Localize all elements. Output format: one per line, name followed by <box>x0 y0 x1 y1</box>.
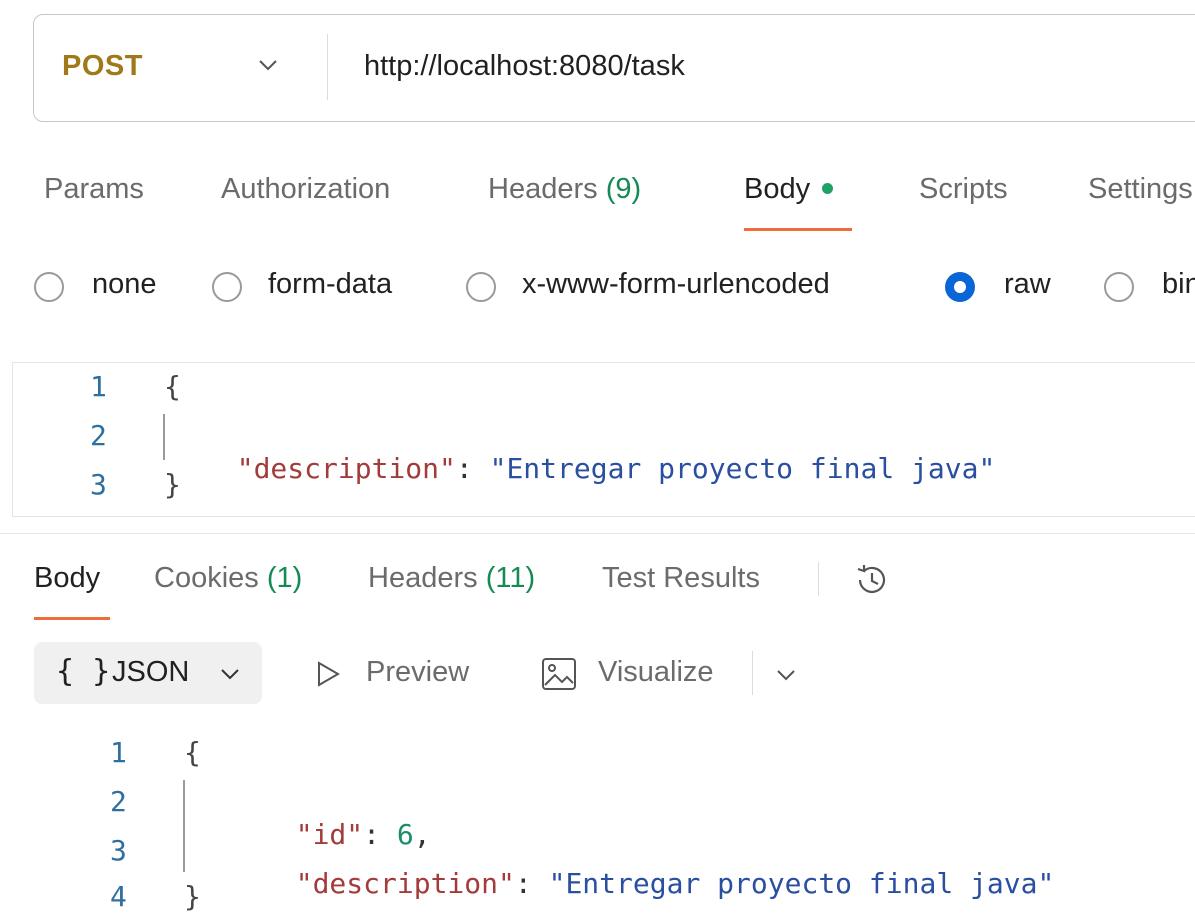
line-number: 2 <box>110 785 127 818</box>
section-divider <box>0 533 1195 534</box>
radio-raw[interactable] <box>945 272 975 302</box>
history-icon[interactable] <box>852 560 892 600</box>
play-icon[interactable] <box>314 660 342 688</box>
close-brace: } <box>184 880 201 913</box>
tab-headers-label: Headers <box>488 173 598 205</box>
code-line: "description": "Entregar proyecto final … <box>203 419 996 485</box>
line-number: 1 <box>110 736 127 769</box>
indent-guide <box>163 414 165 460</box>
tab-authorization[interactable]: Authorization <box>221 173 390 206</box>
response-tabs-divider <box>818 562 819 596</box>
line-number: 3 <box>110 834 127 867</box>
radio-binary[interactable] <box>1104 272 1134 302</box>
json-colon: : <box>455 452 473 485</box>
method-divider <box>327 34 328 100</box>
visualize-divider <box>752 651 753 695</box>
radio-form-data[interactable] <box>212 272 242 302</box>
response-tab-cookies-label: Cookies <box>154 562 259 594</box>
active-response-tab-underline <box>34 617 110 620</box>
tab-params[interactable]: Params <box>44 173 144 206</box>
status-dot-icon <box>822 182 834 194</box>
radio-binary-label: binary <box>1162 268 1195 300</box>
indent-guide <box>183 780 185 872</box>
line-number: 3 <box>90 468 107 501</box>
json-string: "Entregar proyecto final java" <box>489 452 996 485</box>
response-tab-cookies-count: (1) <box>266 562 303 594</box>
format-label: JSON <box>112 656 190 688</box>
radio-form-data-label: form-data <box>268 268 393 300</box>
radio-raw-label: raw <box>1004 268 1051 300</box>
chevron-down-icon[interactable] <box>220 667 240 681</box>
close-brace: } <box>164 468 181 501</box>
chevron-down-icon[interactable] <box>776 668 796 682</box>
open-brace: { <box>184 736 201 769</box>
response-tab-headers-label: Headers <box>368 562 478 594</box>
radio-none-label: none <box>92 268 157 300</box>
braces-icon: { } <box>56 654 111 689</box>
code-line: "description": "Entregar proyecto final … <box>262 834 1055 900</box>
open-brace: { <box>164 370 181 403</box>
line-number: 2 <box>90 419 107 452</box>
radio-urlencoded[interactable] <box>466 272 496 302</box>
line-number: 4 <box>110 880 127 913</box>
tab-body[interactable]: Body <box>744 173 834 206</box>
tab-scripts[interactable]: Scripts <box>919 173 1008 206</box>
json-colon: : <box>514 867 532 900</box>
visualize-button[interactable]: Visualize <box>598 656 714 689</box>
response-tab-test-results[interactable]: Test Results <box>602 562 760 595</box>
tab-body-label: Body <box>744 173 811 205</box>
json-key: "description" <box>236 452 456 485</box>
image-icon[interactable] <box>540 655 578 693</box>
response-tab-body[interactable]: Body <box>34 562 100 595</box>
json-key: "description" <box>295 867 515 900</box>
tab-headers-count: (9) <box>605 173 642 205</box>
radio-none[interactable] <box>34 272 64 302</box>
preview-button[interactable]: Preview <box>366 656 469 689</box>
active-tab-underline <box>744 228 852 231</box>
response-tab-cookies[interactable]: Cookies (1) <box>154 562 302 595</box>
tab-headers[interactable]: Headers (9) <box>488 173 641 206</box>
radio-urlencoded-label: x-www-form-urlencoded <box>522 268 830 300</box>
response-tab-headers-count: (11) <box>485 562 536 594</box>
method-select[interactable]: POST <box>62 50 143 83</box>
url-input[interactable]: http://localhost:8080/task <box>364 50 685 83</box>
chevron-down-icon[interactable] <box>258 58 278 72</box>
line-number: 1 <box>90 370 107 403</box>
tab-settings[interactable]: Settings <box>1088 173 1193 206</box>
response-tab-headers[interactable]: Headers (11) <box>368 562 535 595</box>
json-string: "Entregar proyecto final java" <box>548 867 1055 900</box>
